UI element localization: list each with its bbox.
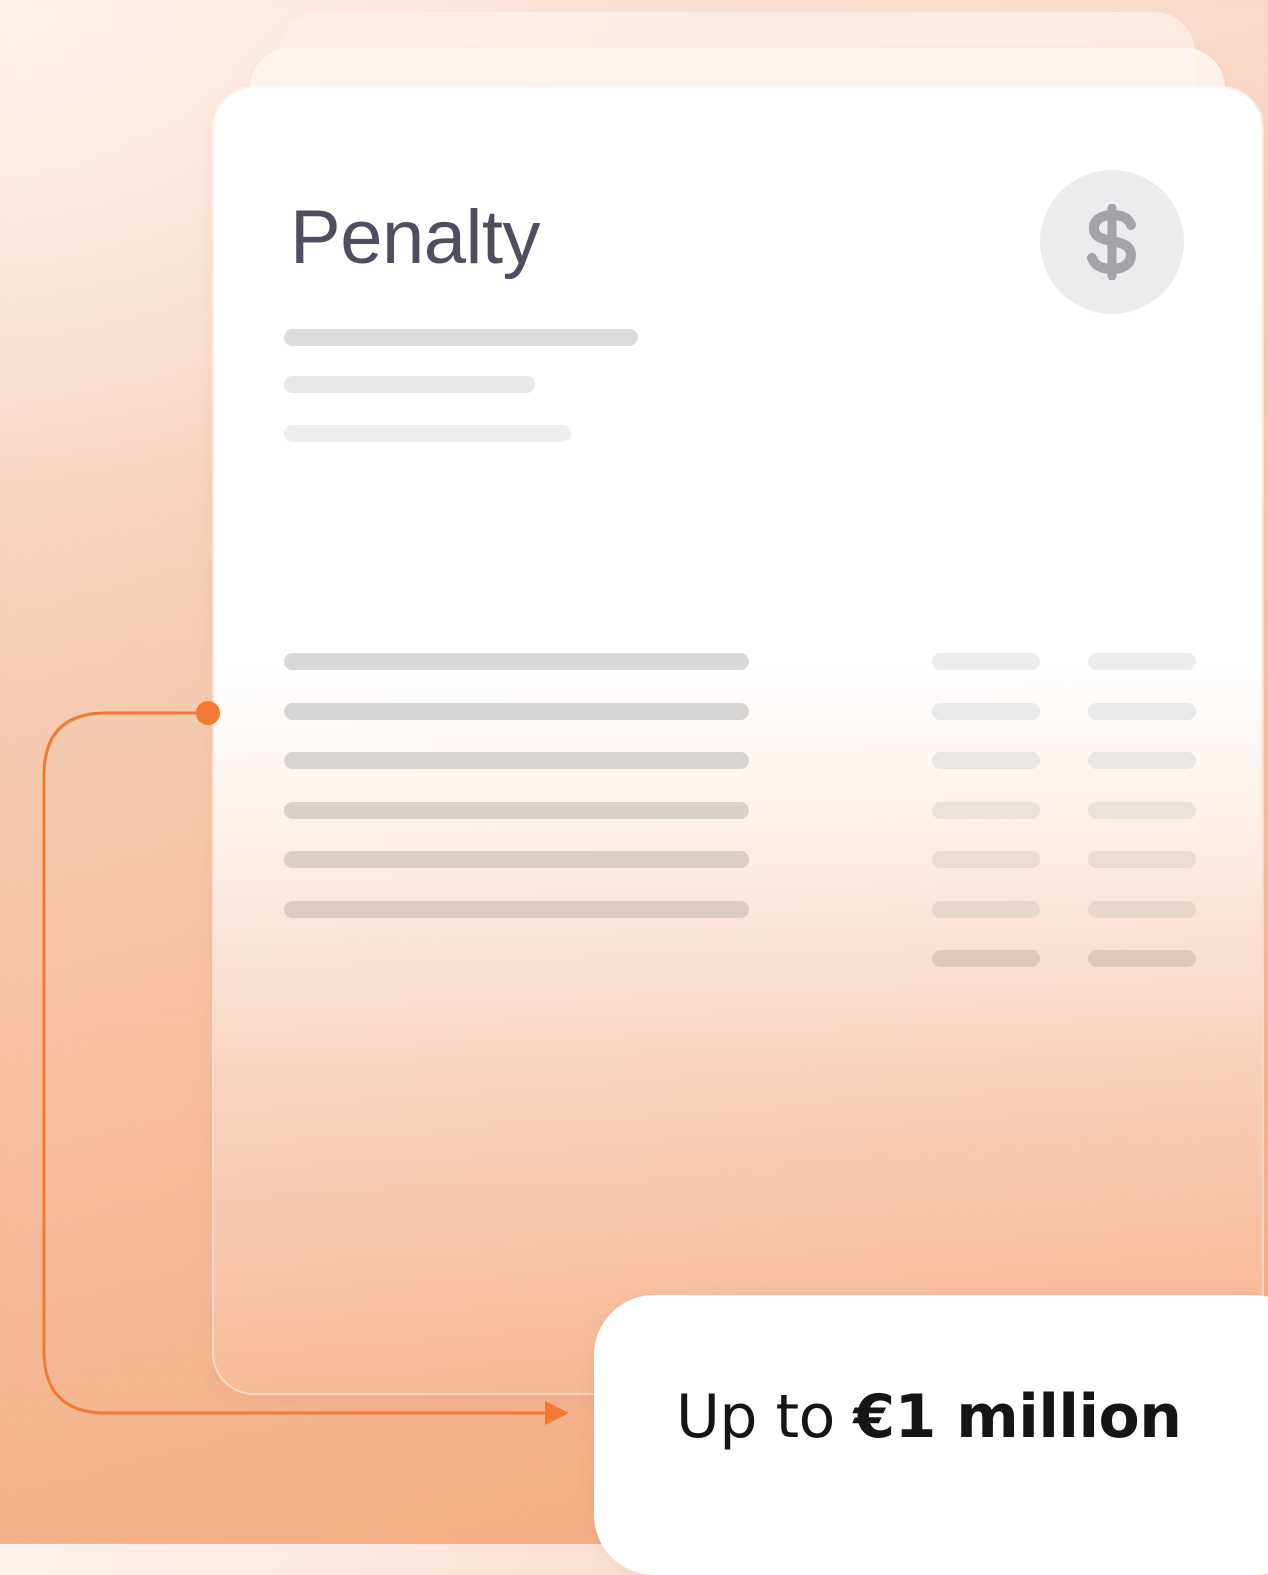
penalty-amount-value: €1 million — [853, 1382, 1182, 1452]
penalty-amount-callout: Up to €1 million — [594, 1295, 1268, 1575]
connector-dot — [196, 701, 220, 725]
arrowhead-icon — [545, 1401, 569, 1425]
callout-prefix: Up to — [676, 1382, 854, 1452]
penalty-amount-text: Up to €1 million — [676, 1387, 1182, 1447]
